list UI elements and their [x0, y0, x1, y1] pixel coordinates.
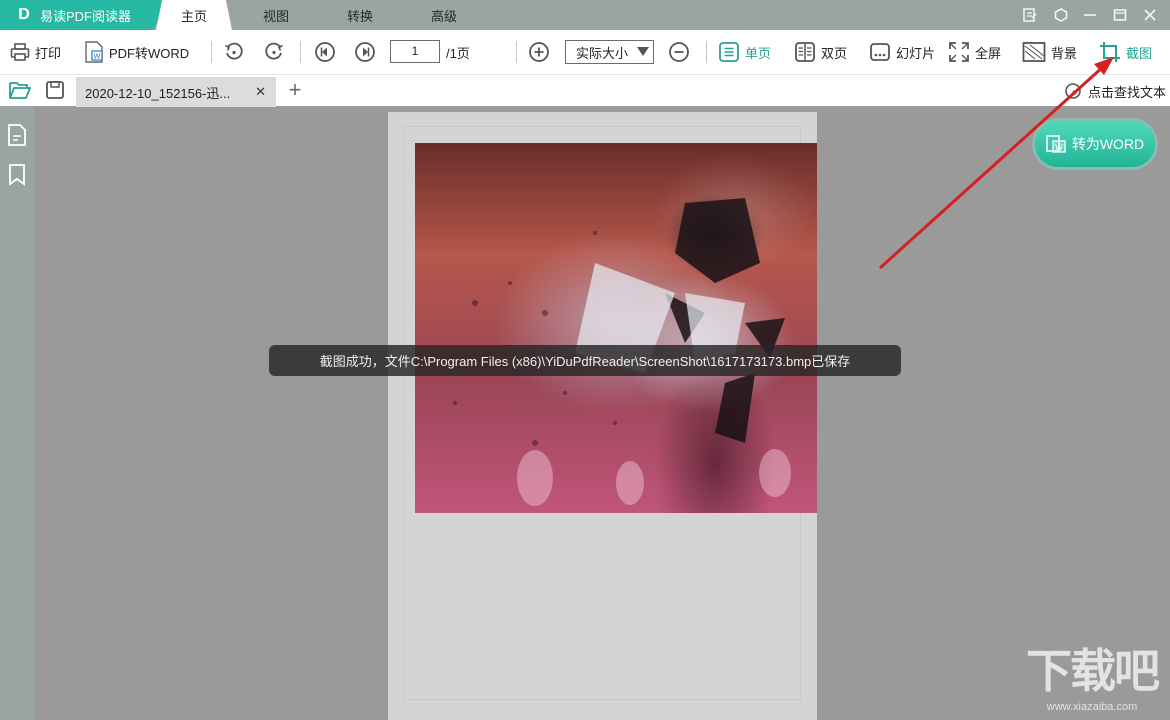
next-page-button[interactable]	[354, 30, 376, 74]
rotate-left-icon	[225, 42, 243, 60]
skin-icon[interactable]	[1047, 0, 1075, 30]
single-page-icon	[719, 42, 739, 62]
single-page-label: 单页	[745, 45, 772, 61]
background-button[interactable]: 背景	[1022, 30, 1077, 74]
document-tab-bar: 2020-12-10_152156-迅... ✕ + 点击查找文本	[0, 74, 1170, 107]
title-bar: D 易读PDF阅读器 主页 视图 转换 高级	[0, 0, 1170, 30]
printer-icon	[10, 43, 30, 61]
zoom-out-icon	[669, 42, 689, 62]
open-folder-icon[interactable]	[9, 79, 31, 101]
watermark-logo: 下载吧 www.xiazaiba.com	[1018, 642, 1166, 718]
zoom-select-value: 实际大小	[576, 45, 629, 61]
word-convert-icon: W	[1046, 135, 1066, 153]
feedback-icon[interactable]	[1016, 0, 1044, 30]
close-icon[interactable]	[1136, 0, 1164, 30]
print-label: 打印	[35, 45, 62, 61]
maximize-icon[interactable]	[1106, 0, 1134, 30]
separator	[516, 41, 517, 63]
tab-close-icon[interactable]: ✕	[255, 84, 266, 100]
word-file-icon: W	[85, 41, 103, 63]
document-image	[415, 143, 817, 513]
thumbnail-icon[interactable]	[6, 124, 28, 146]
pdf-to-word-button[interactable]: W PDF转WORD	[84, 30, 189, 74]
tab-view[interactable]: 视图	[240, 0, 312, 30]
fullscreen-button[interactable]: 全屏	[948, 30, 1001, 74]
background-icon	[1022, 42, 1046, 62]
single-page-button[interactable]: 单页	[718, 30, 771, 74]
search-icon	[1065, 83, 1081, 99]
zoom-select[interactable]: 实际大小	[565, 40, 654, 64]
chevron-down-icon	[637, 47, 649, 56]
convert-to-word-button[interactable]: W 转为WORD	[1035, 121, 1155, 167]
save-icon[interactable]	[44, 79, 66, 101]
double-page-button[interactable]: 双页	[794, 30, 847, 74]
zoom-out-button[interactable]	[668, 30, 690, 74]
app-title: 易读PDF阅读器	[40, 8, 132, 24]
crop-icon	[1100, 42, 1120, 62]
left-sidebar	[0, 106, 35, 720]
svg-text:W: W	[1055, 143, 1063, 152]
rotate-right-button[interactable]	[264, 30, 284, 74]
svg-text:W: W	[94, 53, 101, 61]
tab-convert[interactable]: 转换	[324, 0, 396, 30]
rotate-right-icon	[265, 42, 283, 60]
app-logo-tab: D 易读PDF阅读器	[0, 0, 168, 30]
zoom-in-button[interactable]	[528, 30, 550, 74]
convert-to-word-label: 转为WORD	[1071, 136, 1145, 152]
watermark-main: 下载吧	[1026, 645, 1160, 697]
screenshot-label: 截图	[1126, 45, 1153, 61]
slideshow-button[interactable]: 幻灯片	[869, 30, 935, 74]
fullscreen-label: 全屏	[975, 45, 1002, 61]
page-total-label: /1页	[446, 45, 470, 61]
tab-advanced[interactable]: 高级	[408, 0, 480, 30]
new-tab-button[interactable]: +	[284, 79, 306, 103]
watermark-url: www.xiazaiba.com	[1046, 701, 1138, 713]
page-number-input[interactable]: 1	[390, 40, 440, 63]
zoom-in-icon	[529, 42, 549, 62]
bookmark-icon[interactable]	[6, 164, 28, 186]
screenshot-button[interactable]: 截图	[1099, 30, 1152, 74]
screenshot-success-toast: 截图成功，文件C:\Program Files (x86)\YiDuPdfRea…	[269, 345, 901, 376]
prev-page-icon	[315, 42, 335, 62]
slideshow-label: 幻灯片	[896, 45, 936, 61]
background-label: 背景	[1051, 45, 1078, 61]
app-logo-icon: D	[18, 6, 30, 23]
separator	[300, 41, 301, 63]
tab-home[interactable]: 主页	[156, 0, 232, 30]
slideshow-icon	[870, 43, 890, 61]
document-tab-title: 2020-12-10_152156-迅...	[85, 85, 231, 101]
fullscreen-icon	[949, 42, 969, 62]
pdf-to-word-label: PDF转WORD	[109, 45, 190, 61]
double-page-icon	[795, 42, 815, 62]
find-text-label: 点击查找文本	[1087, 84, 1166, 100]
separator	[706, 41, 707, 63]
rotate-left-button[interactable]	[224, 30, 244, 74]
prev-page-button[interactable]	[314, 30, 336, 74]
minimize-icon[interactable]	[1076, 0, 1104, 30]
print-button[interactable]: 打印	[10, 30, 61, 74]
separator	[211, 41, 212, 63]
document-tab[interactable]: 2020-12-10_152156-迅... ✕	[76, 77, 276, 107]
double-page-label: 双页	[821, 45, 848, 61]
next-page-icon	[355, 42, 375, 62]
find-text-button[interactable]: 点击查找文本	[1064, 79, 1166, 103]
